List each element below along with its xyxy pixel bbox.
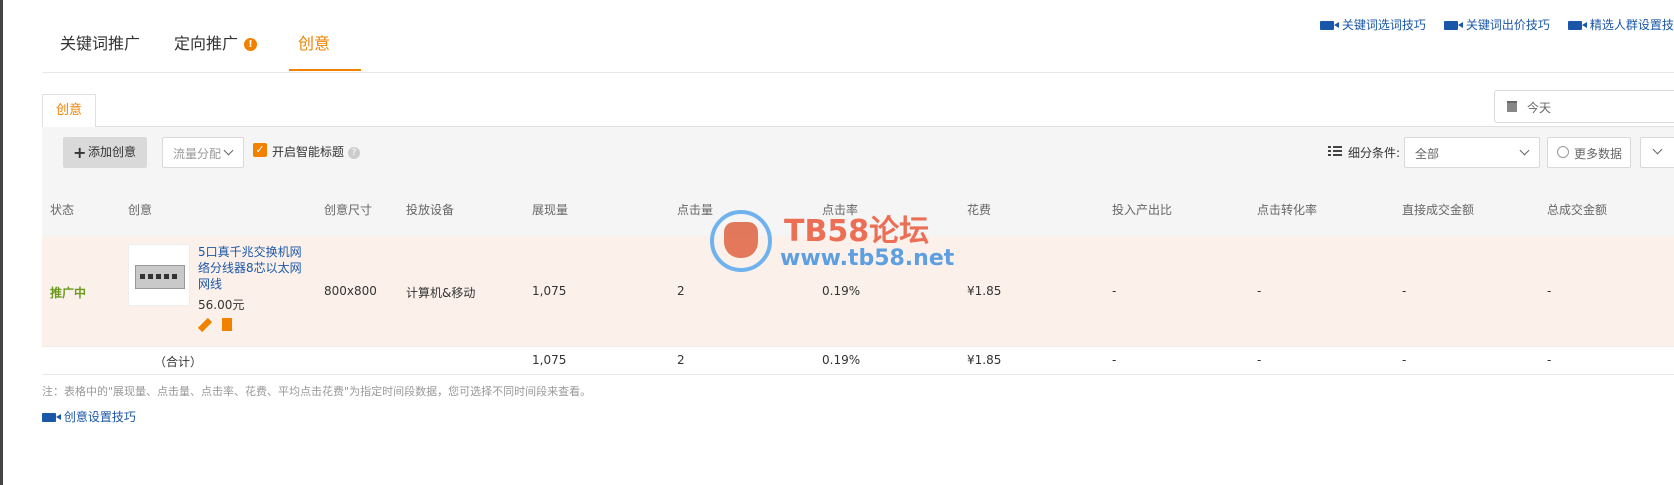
device: 计算机&移动: [406, 286, 476, 300]
add-creative-button[interactable]: + 添加创意: [63, 137, 147, 168]
col-direct-amount[interactable]: 直接成交金额: [1402, 201, 1474, 218]
date-value: 今天: [1527, 101, 1552, 115]
status-badge: 推广中: [50, 286, 87, 300]
tip-link-label: 关键词出价技巧: [1465, 18, 1550, 32]
creative-title-link[interactable]: 5口真千兆交换机网络分线器8芯以太网网线: [198, 244, 310, 292]
col-device: 投放设备: [406, 203, 455, 217]
trash-icon[interactable]: [222, 318, 232, 331]
tab-targeted-promotion[interactable]: 定向推广!: [174, 30, 258, 54]
col-total-amount[interactable]: 总成交金额: [1547, 201, 1607, 218]
calendar-icon: [1507, 101, 1517, 112]
tip-link-keyword-select[interactable]: 关键词选词技巧: [1320, 16, 1426, 33]
left-border: [0, 0, 3, 485]
hand-icon: [724, 222, 758, 258]
total-ctr: 0.19%: [822, 353, 861, 367]
segment-label: 细分条件:: [1348, 146, 1401, 160]
creative-size: 800x800: [324, 284, 377, 298]
col-cost[interactable]: 花费: [967, 201, 991, 218]
creative-price: 56.00元: [198, 298, 245, 312]
video-icon: [1444, 21, 1463, 30]
tip-link-label: 精选人群设置技: [1589, 18, 1674, 32]
more-data-button[interactable]: 更多数据: [1547, 137, 1631, 168]
tab-creative[interactable]: 创意: [298, 30, 330, 54]
impressions-value: 1,075: [532, 284, 567, 298]
total-roi: -: [1112, 353, 1117, 367]
info-icon[interactable]: !: [244, 38, 258, 51]
video-icon: [42, 413, 61, 422]
edit-icon[interactable]: [197, 317, 213, 333]
video-icon: [1320, 21, 1339, 30]
total-label: （合计）: [154, 355, 203, 369]
more-data-label: 更多数据: [1574, 147, 1623, 161]
total-cost: ¥1.85: [967, 353, 1002, 367]
total-total-amount: -: [1547, 353, 1552, 367]
active-tab-indicator: [289, 69, 361, 71]
traffic-allocation-label: 流量分配: [173, 147, 222, 161]
clicks-value: 2: [677, 284, 685, 298]
tip-link-label: 关键词选词技巧: [1341, 18, 1426, 32]
col-creative: 创意: [128, 203, 153, 217]
creative-tips-link[interactable]: 创意设置技巧: [42, 408, 136, 425]
total-cvr: -: [1257, 353, 1262, 367]
chevron-down-icon: [223, 145, 234, 156]
smart-title-checkbox[interactable]: ✓: [253, 143, 267, 157]
roi-value: -: [1112, 284, 1117, 298]
ctr-value: 0.19%: [822, 284, 861, 298]
smart-title-text: 开启智能标题?: [272, 143, 361, 160]
main-tabs: 关键词推广 定向推广! 创意: [42, 0, 1674, 73]
chevron-down-icon: [1519, 145, 1530, 156]
direct-amount-value: -: [1402, 284, 1407, 298]
tb58-watermark: TB58论坛 www.tb58.net: [710, 206, 970, 276]
expand-button[interactable]: [1640, 137, 1674, 168]
col-size: 创意尺寸: [324, 203, 373, 217]
col-cvr[interactable]: 点击转化率: [1257, 201, 1317, 218]
col-status: 状态: [50, 203, 75, 217]
total-impressions: 1,075: [532, 353, 567, 367]
watermark-title: TB58论坛: [784, 214, 930, 249]
tab-targeted-label: 定向推广: [174, 34, 239, 53]
smart-title-label: 开启智能标题: [272, 145, 345, 159]
chevron-down-icon: [1652, 144, 1663, 155]
tip-link-keyword-bid[interactable]: 关键词出价技巧: [1444, 16, 1550, 33]
date-range-picker[interactable]: 今天: [1494, 90, 1674, 123]
segment-select[interactable]: 全部: [1404, 137, 1540, 168]
table-note: 注：表格中的"展现量、点击量、点击率、花费、平均点击花费"为指定时间段数据，您可…: [42, 385, 592, 398]
tip-link-crowd[interactable]: 精选人群设置技: [1568, 16, 1674, 33]
segment-value: 全部: [1415, 147, 1440, 161]
total-amount-value: -: [1547, 284, 1552, 298]
total-direct-amount: -: [1402, 353, 1407, 367]
creative-thumbnail[interactable]: [128, 244, 190, 306]
list-icon: [1328, 145, 1342, 157]
add-creative-label: 添加创意: [88, 145, 137, 159]
gear-icon: [1557, 146, 1569, 158]
plus-icon: +: [73, 143, 87, 162]
col-clicks[interactable]: 点击量: [677, 201, 713, 218]
total-clicks: 2: [677, 353, 685, 367]
help-icon[interactable]: ?: [348, 146, 361, 159]
col-impressions[interactable]: 展现量: [532, 201, 568, 218]
col-roi[interactable]: 投入产出比: [1112, 201, 1172, 218]
traffic-allocation-select[interactable]: 流量分配: [162, 137, 244, 168]
watermark-url: www.tb58.net: [780, 246, 955, 271]
total-row: （合计） 1,075 2 0.19% ¥1.85 - - - -: [42, 346, 1674, 375]
video-icon: [1568, 21, 1587, 30]
subtab-creative[interactable]: 创意: [42, 94, 96, 127]
creative-tips-label: 创意设置技巧: [63, 410, 136, 424]
switch-image: [135, 265, 185, 289]
tab-keyword-promotion[interactable]: 关键词推广: [60, 30, 140, 54]
cost-value: ¥1.85: [967, 284, 1002, 298]
cvr-value: -: [1257, 284, 1262, 298]
